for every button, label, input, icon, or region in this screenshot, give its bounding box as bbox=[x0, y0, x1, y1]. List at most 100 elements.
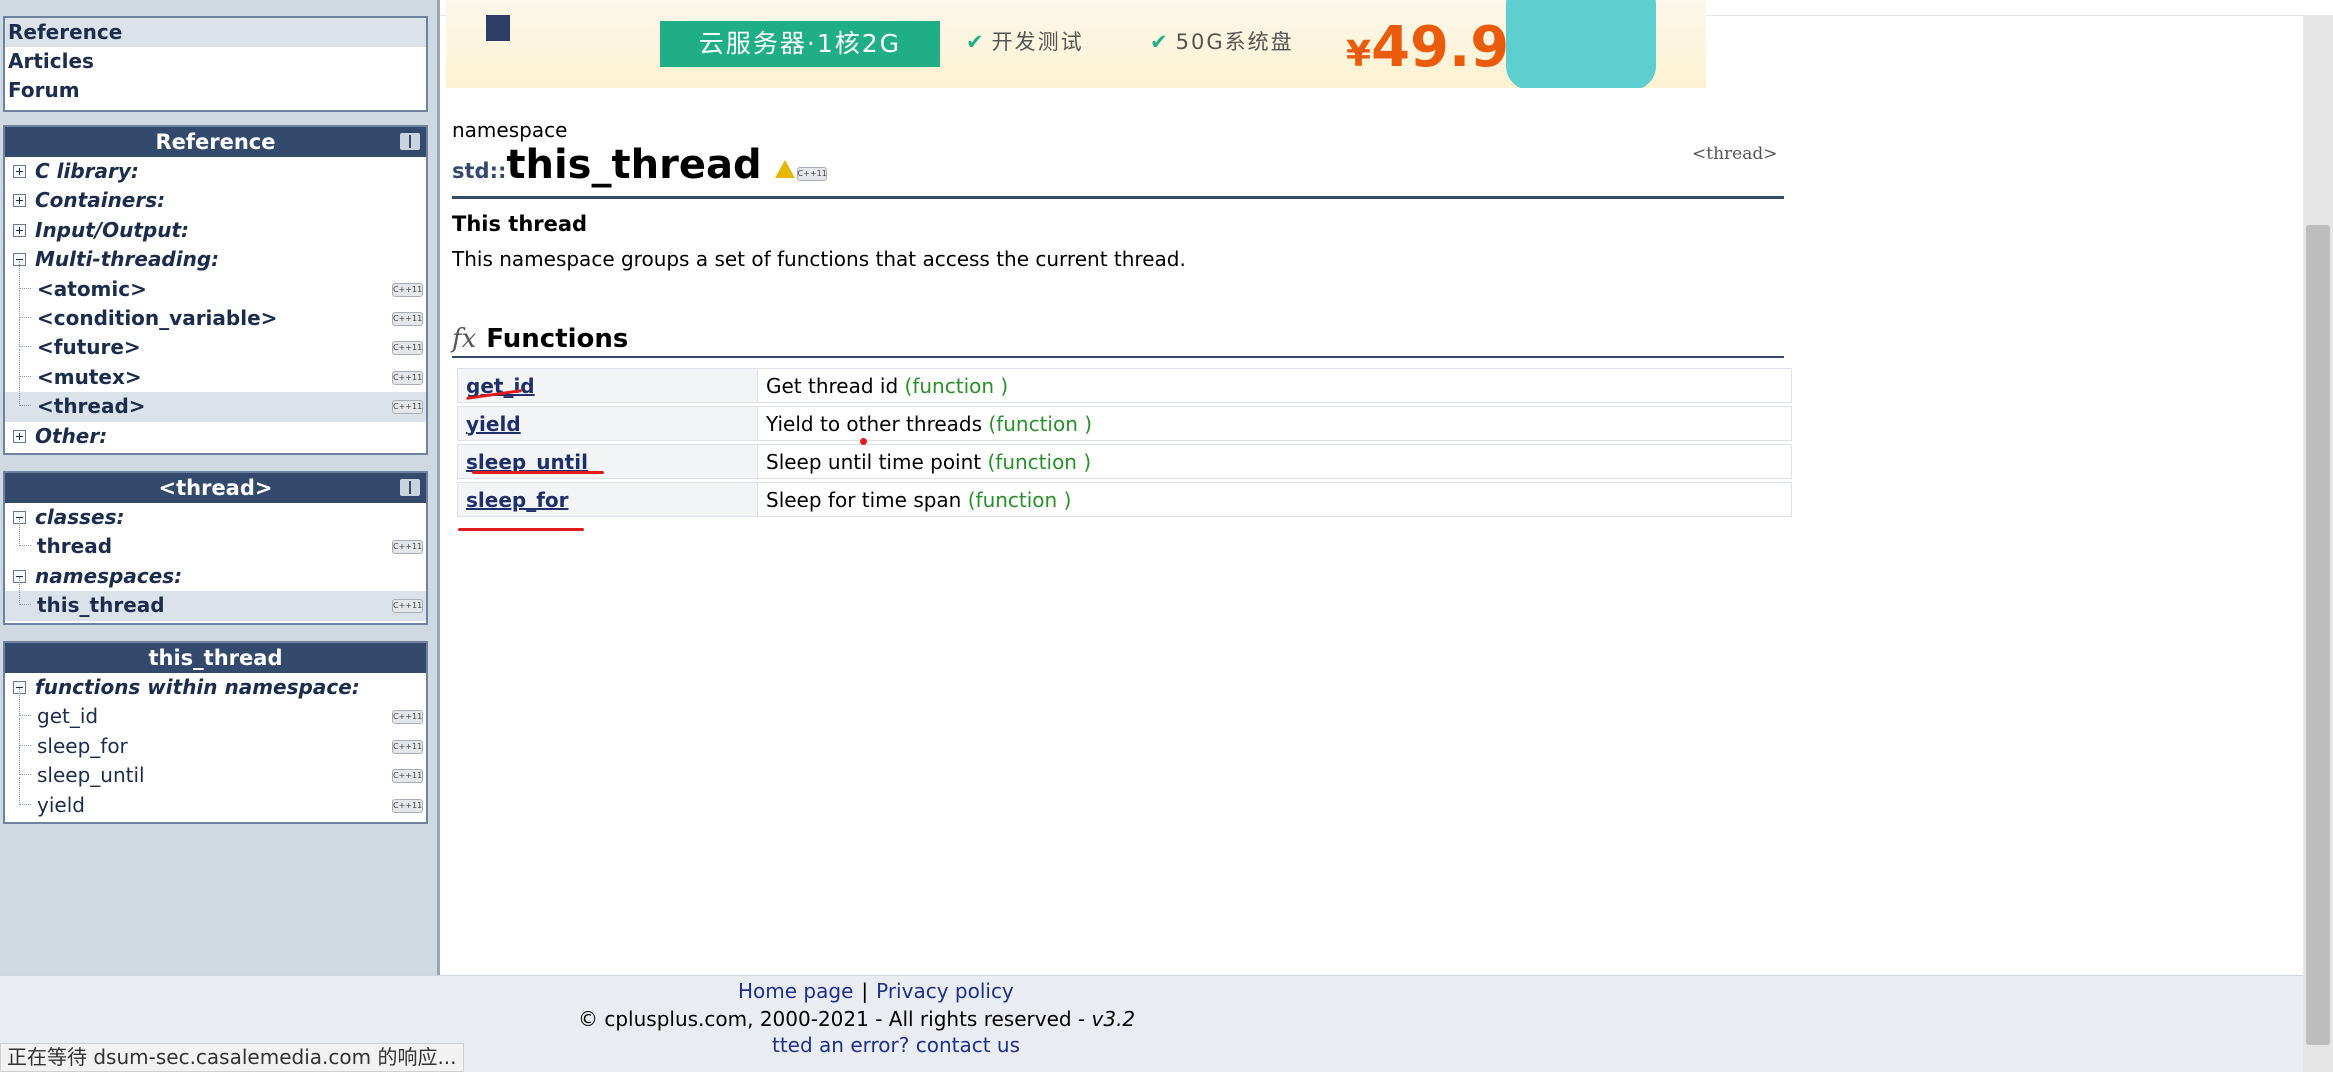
reference-box-title: Reference bbox=[155, 130, 276, 154]
sidebar-item-label[interactable]: sleep_until bbox=[37, 761, 145, 790]
scrollbar-thumb[interactable] bbox=[2306, 225, 2330, 1045]
sidebar-item-label[interactable]: thread bbox=[37, 532, 112, 561]
report-error-link[interactable]: tted an error? contact us bbox=[772, 1033, 1020, 1057]
cpp11-badge-icon: C++11 bbox=[392, 341, 423, 356]
section-subtitle: This thread bbox=[452, 212, 588, 236]
tree-line bbox=[19, 319, 31, 348]
sidebar-item-sleep-until[interactable]: sleep_until C++11 bbox=[5, 747, 426, 790]
sidebar-item-label[interactable]: <thread> bbox=[37, 392, 146, 421]
home-page-link[interactable]: Home page bbox=[738, 979, 853, 1003]
sidebar-item-condition-variable[interactable]: <condition_variable> C++11 bbox=[5, 289, 426, 333]
tree-line bbox=[19, 378, 31, 407]
top-link-forum[interactable]: Forum bbox=[5, 76, 426, 105]
sidebar-item-containers[interactable]: Containers: bbox=[5, 186, 426, 215]
title-rule bbox=[452, 196, 1784, 199]
ad-check-2: ✔ 50G系统盘 bbox=[1150, 30, 1294, 54]
ad-server-button[interactable]: 云服务器·1核2G bbox=[660, 21, 940, 67]
table-row: sleep_for Sleep for time span (function ) bbox=[457, 482, 1792, 517]
sidebar-item-label[interactable]: sleep_for bbox=[37, 732, 128, 761]
sidebar-item-label[interactable]: yield bbox=[37, 791, 85, 820]
vertical-scrollbar[interactable] bbox=[2303, 15, 2333, 1072]
this-thread-box: this_thread functions within namespace: g… bbox=[3, 641, 428, 824]
privacy-policy-link[interactable]: Privacy policy bbox=[876, 979, 1014, 1003]
collapse-panel-icon[interactable] bbox=[400, 133, 420, 150]
functions-table: get_id Get thread id (function ) yield Yiel… bbox=[457, 365, 1792, 520]
table-row: yield Yield to other threads (function ) bbox=[457, 406, 1792, 441]
this-thread-box-header: this_thread bbox=[5, 643, 426, 673]
sidebar-item-this-thread[interactable]: this_thread C++11 bbox=[5, 577, 426, 621]
expand-icon[interactable] bbox=[13, 429, 26, 443]
sidebar-item-label[interactable]: C library: bbox=[35, 157, 139, 186]
expand-icon[interactable] bbox=[13, 223, 26, 237]
sidebar-item-label[interactable]: <atomic> bbox=[37, 275, 147, 304]
sidebar-item-c-library[interactable]: C library: bbox=[5, 157, 426, 186]
ad-banner[interactable]: 云服务器·1核2G ✔ 开发测试 ✔ 50G系统盘 ¥49.9/年 bbox=[446, 0, 1706, 88]
function-name-cell: get_id bbox=[457, 368, 757, 403]
sidebar-item-sleep-for[interactable]: sleep_for C++11 bbox=[5, 717, 426, 761]
functions-rule bbox=[452, 356, 1784, 358]
sidebar-item-namespaces[interactable]: namespaces: bbox=[5, 562, 426, 591]
function-kind: (function ) bbox=[904, 373, 1009, 398]
sidebar-item-label[interactable]: Input/Output: bbox=[35, 216, 189, 245]
function-name-cell: sleep_for bbox=[457, 482, 757, 517]
status-bar: 正在等待 dsum-sec.casalemedia.com 的响应... bbox=[0, 1043, 464, 1072]
sidebar-item-multi-threading[interactable]: Multi-threading: bbox=[5, 245, 426, 274]
function-kind: (function ) bbox=[967, 487, 1072, 512]
reference-box: Reference C library: Containers: Input/Out… bbox=[3, 125, 428, 455]
ad-graphic bbox=[1506, 0, 1656, 88]
sidebar-item-get-id[interactable]: get_id C++11 bbox=[5, 688, 426, 731]
sidebar-item-mutex[interactable]: <mutex> C++11 bbox=[5, 348, 426, 392]
sidebar-item-label[interactable]: <future> bbox=[37, 333, 141, 362]
copyright: © cplusplus.com, 2000-2021 - All rights … bbox=[578, 1007, 1136, 1031]
thread-box: <thread> classes: thread C++11 namespaces: t… bbox=[3, 471, 428, 625]
top-links-box: Reference Articles Forum bbox=[3, 16, 428, 112]
sidebar-item-thread[interactable]: <thread> C++11 bbox=[5, 378, 426, 422]
sidebar-item-label[interactable]: get_id bbox=[37, 702, 98, 731]
cpp11-badge-icon: C++11 bbox=[392, 282, 423, 297]
sidebar-item-thread[interactable]: thread C++11 bbox=[5, 518, 426, 561]
function-name-cell: yield bbox=[457, 406, 757, 441]
sidebar-item-label[interactable]: this_thread bbox=[37, 591, 165, 620]
reference-box-header: Reference bbox=[5, 127, 426, 157]
function-link-sleep-for[interactable]: sleep_for bbox=[466, 488, 569, 512]
annotation-underline bbox=[458, 528, 584, 531]
ad-check-1: ✔ 开发测试 bbox=[966, 30, 1084, 54]
sidebar-item-label[interactable]: <mutex> bbox=[37, 363, 142, 392]
sidebar-item-label[interactable]: namespaces: bbox=[35, 562, 182, 591]
sidebar-item-yield[interactable]: yield C++11 bbox=[5, 776, 426, 820]
function-description: Get thread id bbox=[766, 373, 905, 398]
sidebar-item-label[interactable]: Multi-threading: bbox=[35, 245, 219, 274]
description: This namespace groups a set of functions… bbox=[452, 247, 1186, 271]
sidebar-item-label[interactable]: Containers: bbox=[35, 186, 165, 215]
function-link-yield[interactable]: yield bbox=[466, 412, 521, 436]
sidebar-item-classes[interactable]: classes: bbox=[5, 503, 426, 532]
function-kind: (function ) bbox=[988, 411, 1093, 436]
expand-icon[interactable] bbox=[13, 194, 26, 208]
check-icon: ✔ bbox=[1150, 30, 1170, 54]
thread-box-header: <thread> bbox=[5, 473, 426, 503]
cpp11-badge-icon: C++11 bbox=[392, 739, 423, 754]
thread-tree: classes: thread C++11 namespaces: this_threa… bbox=[5, 503, 426, 621]
sidebar-item-atomic[interactable]: <atomic> C++11 bbox=[5, 260, 426, 304]
cpp11-badge-icon: C++11 bbox=[392, 769, 423, 784]
collapse-panel-icon[interactable] bbox=[400, 479, 420, 496]
sidebar-item-label[interactable]: Other: bbox=[35, 422, 107, 451]
cpp11-badge-icon: C++11 bbox=[392, 311, 423, 326]
warning-icon bbox=[774, 160, 797, 178]
expand-icon[interactable] bbox=[13, 165, 26, 178]
table-row: sleep_until Sleep until time point (funct… bbox=[457, 444, 1792, 479]
annotation-dot bbox=[860, 438, 867, 445]
sidebar-item-label[interactable]: <condition_variable> bbox=[37, 304, 277, 333]
sidebar-item-label[interactable]: functions within namespace: bbox=[35, 673, 360, 702]
top-link-reference[interactable]: Reference bbox=[5, 18, 426, 47]
sidebar-item-functions-within-namespace[interactable]: functions within namespace: bbox=[5, 673, 426, 702]
function-link-sleep-until[interactable]: sleep_until bbox=[466, 450, 588, 474]
function-icon: fx bbox=[452, 324, 477, 354]
sidebar-item-future[interactable]: <future> C++11 bbox=[5, 319, 426, 362]
sidebar-item-other[interactable]: Other: bbox=[5, 422, 426, 451]
sidebar-item-input-output[interactable]: Input/Output: bbox=[5, 216, 426, 245]
function-kind: (function ) bbox=[987, 449, 1092, 474]
header-link[interactable]: <thread> bbox=[1692, 144, 1777, 164]
sidebar-item-label[interactable]: classes: bbox=[35, 503, 124, 532]
top-link-articles[interactable]: Articles bbox=[5, 47, 426, 76]
